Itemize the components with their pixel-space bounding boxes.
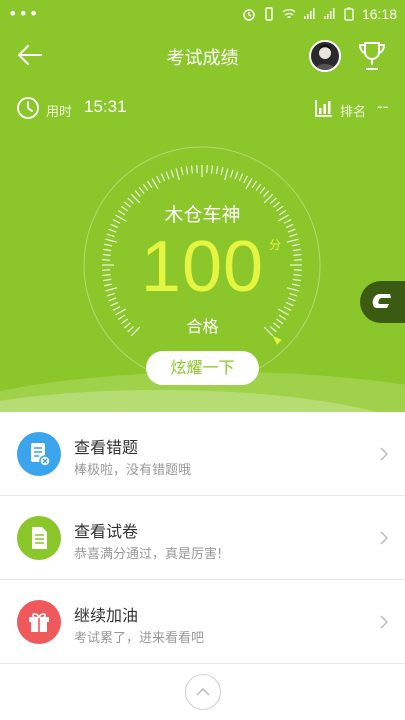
gauge-tick: [238, 173, 244, 182]
gauge-tick: [251, 180, 257, 189]
score-unit: 分: [269, 238, 282, 252]
gauge-tick: [138, 186, 145, 194]
battery-icon: [344, 7, 354, 21]
menu-icon-bg: [17, 432, 61, 476]
vibrate-icon: [265, 7, 273, 21]
menu-subtitle: 棒极啦，没有错题哦: [74, 463, 192, 478]
chevron-right-icon: [380, 531, 389, 545]
share-button[interactable]: 炫耀一下: [146, 351, 259, 385]
avatar[interactable]: [309, 40, 341, 72]
chevron-right-icon: [380, 615, 389, 629]
gauge-tick: [165, 171, 170, 180]
user-name: 木仓车神: [164, 204, 241, 226]
time-label: 用时: [46, 105, 73, 120]
gauge-tick: [229, 169, 234, 178]
menu-item-keep-going[interactable]: 继续加油 考试累了，进来看看吧: [0, 580, 405, 664]
menu-icon-bg: [17, 516, 61, 560]
menu-title: 继续加油: [74, 606, 139, 625]
menu-subtitle: 考试累了，进来看看吧: [74, 631, 205, 646]
menu-title: 查看试卷: [74, 522, 139, 541]
stats-row: 用时 15:31 排名 --: [0, 92, 405, 124]
gauge-tick: [263, 190, 270, 198]
avatar-image: [314, 44, 336, 70]
pass-status: 合格: [186, 317, 219, 336]
gauge-tick: [243, 175, 248, 184]
chevron-up-icon: [196, 687, 210, 696]
gauge-tick: [259, 186, 266, 194]
bar-chart-icon: [315, 100, 332, 117]
action-list: 查看错题 棒极啦，没有错题哦 查看试卷 恭喜满分通过，真是厉害! 继续加油 考试…: [0, 412, 405, 664]
floating-action-button[interactable]: [360, 281, 405, 323]
gauge-tick: [142, 183, 149, 191]
status-time: 16:18: [361, 6, 397, 22]
notification-dots: •••: [8, 4, 40, 23]
gift-icon: [29, 613, 49, 632]
gauge-tick: [190, 165, 193, 174]
gauge-tick: [185, 166, 189, 175]
nav-bar: 考试成绩: [0, 34, 405, 78]
score-value: 100: [140, 227, 265, 307]
c-logo-icon: [372, 294, 391, 308]
gauge-tick: [175, 168, 180, 181]
gauge-tick: [160, 173, 166, 182]
gauge-tick: [245, 178, 253, 190]
wifi-icon: [282, 9, 296, 19]
gauge-tick: [255, 183, 262, 191]
wrong-questions-icon: [31, 443, 51, 467]
menu-subtitle: 恭喜满分通过，真是厉害!: [74, 547, 223, 562]
page-title: 考试成绩: [166, 48, 239, 69]
gauge-tick: [134, 190, 141, 198]
menu-item-wrong-questions[interactable]: 查看错题 棒极啦，没有错题哦: [0, 412, 405, 496]
gauge-tick: [147, 180, 153, 189]
scroll-up-button[interactable]: [185, 674, 221, 710]
gauge-tick: [156, 175, 161, 184]
gauge-tick: [234, 171, 239, 180]
menu-icon-bg: [17, 600, 61, 644]
gauge-tick: [151, 178, 159, 190]
clock-icon: [17, 97, 39, 119]
menu-title: 查看错题: [74, 438, 139, 457]
signal-icon: [303, 8, 315, 19]
gauge-tick: [170, 169, 175, 178]
signal-icon: [323, 8, 335, 19]
gauge-tick: [180, 167, 184, 176]
trophy-icon[interactable]: [356, 39, 388, 73]
gauge-marker: [272, 335, 282, 345]
rank-label: 排名: [340, 105, 367, 120]
gauge-tick: [224, 168, 229, 181]
rank-value: --: [377, 97, 389, 116]
gauge-tick: [220, 167, 224, 176]
menu-item-exam-paper[interactable]: 查看试卷 恭喜满分通过，真是厉害!: [0, 496, 405, 580]
chevron-right-icon: [380, 447, 389, 461]
gauge-tick: [211, 165, 214, 174]
gauge-tick: [215, 166, 219, 175]
alarm-icon: [243, 9, 255, 21]
exam-paper-icon: [32, 527, 47, 549]
time-value: 15:31: [84, 97, 127, 116]
status-bar: ••• 16:18: [0, 0, 405, 30]
